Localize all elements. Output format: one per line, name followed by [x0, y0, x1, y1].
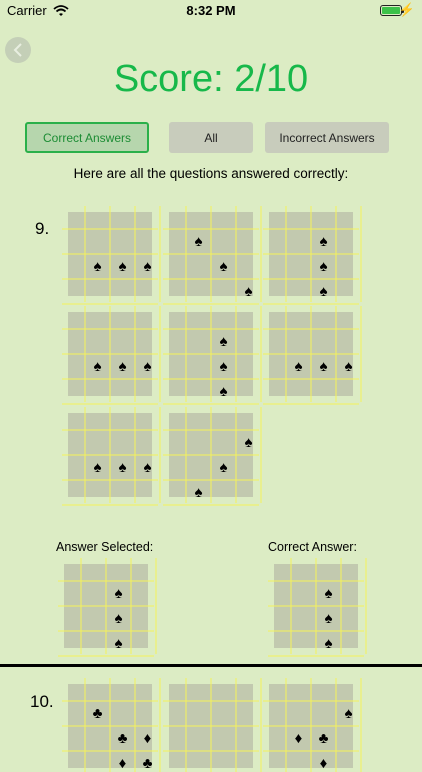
- puzzle-card: ♠ ♠ ♠: [263, 206, 362, 305]
- card-grid: [62, 306, 161, 405]
- puzzle-card: [163, 678, 262, 772]
- card-grid: [58, 558, 157, 657]
- puzzle-card: ♠ ♠ ♠: [263, 306, 362, 405]
- spade-icon: ♠: [93, 357, 102, 375]
- puzzle-card: ♠ ♠ ♠: [62, 407, 161, 506]
- card-grid: [163, 306, 262, 405]
- club-icon: ♣: [142, 754, 153, 772]
- spade-icon: ♠: [143, 458, 152, 476]
- correct-answer-label: Correct Answer:: [268, 540, 357, 554]
- diamond-icon: ♦: [319, 754, 328, 772]
- club-icon: ♣: [92, 704, 103, 722]
- diamond-icon: ♦: [143, 729, 152, 747]
- question-number: 10.: [30, 692, 54, 711]
- spade-icon: ♠: [319, 257, 328, 275]
- spade-icon: ♠: [114, 609, 123, 627]
- spade-icon: ♠: [244, 282, 253, 300]
- spade-icon: ♠: [294, 357, 303, 375]
- diamond-icon: ♦: [294, 729, 303, 747]
- spade-icon: ♠: [118, 257, 127, 275]
- spade-icon: ♠: [93, 458, 102, 476]
- puzzle-card: ♠ ♠ ♠: [62, 206, 161, 305]
- puzzle-card: ♣ ♣ ♦ ♦ ♣: [62, 678, 161, 772]
- spade-icon: ♠: [324, 634, 333, 652]
- card-grid: [163, 407, 262, 506]
- spade-icon: ♠: [194, 232, 203, 250]
- score-title: Score: 2/10: [113, 58, 309, 100]
- card-grid: [263, 206, 362, 305]
- spade-icon: ♠: [93, 257, 102, 275]
- question-divider: [0, 664, 422, 667]
- spade-icon: ♠: [219, 257, 228, 275]
- spade-icon: ♠: [143, 257, 152, 275]
- incorrect-answers-button[interactable]: Incorrect Answers: [265, 122, 389, 153]
- puzzle-card: ♠ ♠ ♠: [163, 306, 262, 405]
- results-caption: Here are all the questions answered corr…: [73, 166, 349, 181]
- correct-answer-card: ♠ ♠ ♠: [268, 558, 367, 657]
- spade-icon: ♠: [219, 357, 228, 375]
- puzzle-card: ♠ ♠ ♠: [163, 407, 262, 506]
- spade-icon: ♠: [118, 357, 127, 375]
- spade-icon: ♠: [219, 332, 228, 350]
- clock: 8:32 PM: [186, 3, 236, 18]
- diamond-icon: ♦: [118, 754, 127, 772]
- spade-icon: ♠: [244, 433, 253, 451]
- spade-icon: ♠: [344, 357, 353, 375]
- spade-icon: ♠: [219, 458, 228, 476]
- charging-icon: ⚡: [398, 2, 415, 17]
- card-grid: [62, 407, 161, 506]
- spade-icon: ♠: [319, 232, 328, 250]
- card-grid: [263, 306, 362, 405]
- spade-icon: ♠: [324, 609, 333, 627]
- chevron-left-icon: [13, 43, 22, 57]
- club-icon: ♣: [117, 729, 128, 747]
- card-grid: [62, 206, 161, 305]
- all-button[interactable]: All: [169, 122, 253, 153]
- answer-selected-card: ♠ ♠ ♠: [58, 558, 157, 657]
- correct-answers-button[interactable]: Correct Answers: [25, 122, 149, 153]
- spade-icon: ♠: [219, 382, 228, 400]
- spade-icon: ♠: [143, 357, 152, 375]
- puzzle-card: ♠ ♠ ♠: [62, 306, 161, 405]
- spade-icon: ♠: [344, 704, 353, 722]
- club-icon: ♣: [318, 729, 329, 747]
- spade-icon: ♠: [194, 483, 203, 501]
- spade-icon: ♠: [324, 584, 333, 602]
- card-grid: [163, 678, 262, 772]
- answer-selected-label: Answer Selected:: [56, 540, 154, 554]
- card-grid: [263, 678, 362, 772]
- spade-icon: ♠: [118, 458, 127, 476]
- spade-icon: ♠: [114, 634, 123, 652]
- spade-icon: ♠: [319, 282, 328, 300]
- spade-icon: ♠: [319, 357, 328, 375]
- puzzle-card: ♠ ♠ ♠: [163, 206, 262, 305]
- card-grid: [268, 558, 367, 657]
- question-number: 9.: [35, 219, 50, 238]
- spade-icon: ♠: [114, 584, 123, 602]
- puzzle-card: ♠ ♦ ♣ ♦: [263, 678, 362, 772]
- status-bar: Carrier 8:32 PM ⚡: [0, 0, 422, 22]
